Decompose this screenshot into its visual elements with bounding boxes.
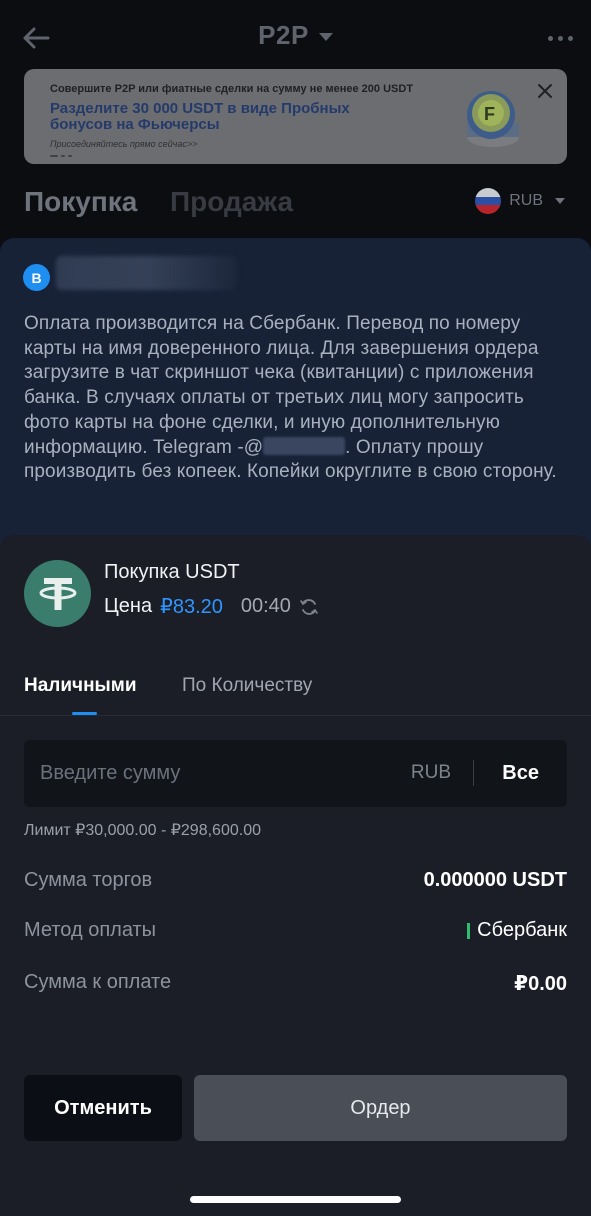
order-button[interactable]: Ордер: [194, 1075, 567, 1141]
price-value: ₽83.20: [160, 596, 223, 618]
more-horizontal-icon[interactable]: [548, 36, 573, 41]
currency-selector[interactable]: RUB: [475, 188, 565, 214]
tab-sell[interactable]: Продажа: [170, 186, 293, 218]
chevron-down-icon: [555, 198, 565, 204]
order-title: Покупка USDT: [104, 561, 240, 583]
price-row: Цена ₽83.20 00:40: [104, 594, 319, 619]
payable-label: Сумма к оплате: [24, 971, 172, 993]
all-amount-button[interactable]: Все: [502, 762, 539, 785]
amount-unit: RUB: [410, 762, 451, 783]
banner-caption: Совершите P2P или фиатные сделки на сумм…: [50, 83, 414, 95]
payment-method-value[interactable]: Сбербанк: [467, 919, 567, 942]
russia-flag-icon: [475, 188, 502, 214]
seller-avatar[interactable]: В: [23, 264, 50, 291]
amount-input[interactable]: [40, 740, 380, 807]
seller-name-redacted: [56, 256, 236, 290]
title-dropdown[interactable]: P2P: [0, 20, 591, 51]
page-title: P2P: [258, 20, 309, 50]
amount-field: RUB Все: [24, 740, 567, 807]
tab-cash[interactable]: Наличными: [24, 675, 137, 697]
price-timer: 00:40: [240, 595, 291, 617]
payable-value: ₽0.00: [514, 973, 567, 995]
svg-text:F: F: [484, 104, 495, 124]
tab-buy[interactable]: Покупка: [24, 186, 137, 218]
payment-method-name: Сбербанк: [477, 919, 567, 941]
promo-banner[interactable]: Совершите P2P или фиатные сделки на сумм…: [24, 69, 567, 164]
tab-quantity[interactable]: По Количеству: [182, 675, 312, 697]
seller-terms-text: Оплата производится на Сбербанк. Перевод…: [24, 312, 574, 485]
trade-amount-value: 0.000000 USDT: [423, 869, 567, 891]
input-divider: [473, 760, 474, 786]
banner-pagination: [50, 155, 72, 157]
top-bar: P2P: [0, 0, 591, 70]
payment-method-color-bar: [467, 922, 471, 939]
banner-headline: Разделите 30 000 USDT в виде Пробных бон…: [50, 100, 350, 133]
chevron-down-icon: [318, 32, 333, 41]
close-icon[interactable]: [537, 83, 553, 99]
trade-amount-label: Сумма торгов: [24, 869, 153, 891]
payment-method-label: Метод оплаты: [24, 919, 157, 941]
banner-cta[interactable]: Присоединяйтесь прямо сейчас>>: [50, 139, 197, 149]
telegram-handle-redacted: [263, 436, 346, 455]
futures-coin-icon: F: [467, 91, 519, 147]
price-label: Цена: [104, 595, 153, 617]
limit-text: Лимит ₽30,000.00 - ₽298,600.00: [24, 822, 261, 839]
cancel-button[interactable]: Отменить: [24, 1075, 182, 1141]
home-indicator: [190, 1196, 401, 1203]
tab-divider: [0, 715, 591, 716]
tether-icon: [24, 560, 91, 627]
currency-label: RUB: [509, 192, 543, 209]
refresh-icon[interactable]: [299, 597, 319, 617]
